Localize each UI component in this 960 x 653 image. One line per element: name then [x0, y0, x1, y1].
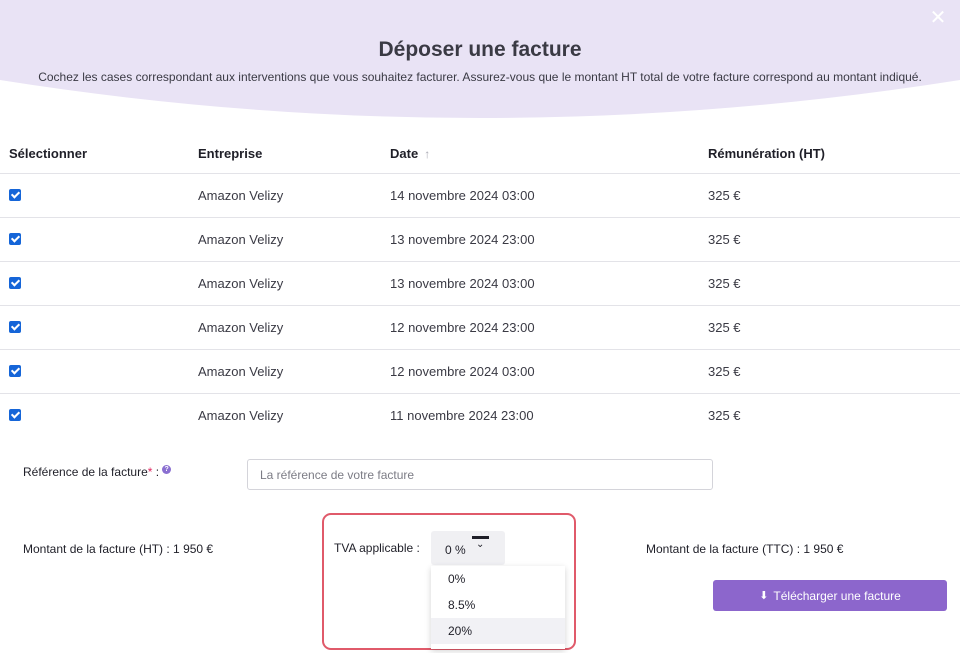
table-row: Amazon Velizy 12 novembre 2024 03:00 325 € [0, 350, 960, 394]
amount-cell: 325 € [708, 188, 741, 203]
company-cell: Amazon Velizy [198, 364, 284, 379]
row-checkbox[interactable] [9, 277, 21, 289]
company-cell: Amazon Velizy [198, 320, 284, 335]
amount-cell: 325 € [708, 276, 741, 291]
header-date[interactable]: Date ↑ [390, 146, 430, 161]
amount-ttc: Montant de la facture (TTC) : 1 950 € [646, 542, 844, 556]
table-row: Amazon Velizy 13 novembre 2024 23:00 325 € [0, 218, 960, 262]
tva-select[interactable]: 0 % ⌄ [431, 531, 505, 565]
close-icon[interactable]: ✕ [928, 8, 948, 28]
reference-label-text: Référence de la facture [23, 465, 148, 479]
table-header: Sélectionner Entreprise Date ↑ Rémunérati… [0, 133, 960, 174]
chevron-down-icon: ⌄ [476, 539, 485, 550]
amount-cell: 325 € [708, 408, 741, 423]
tva-option[interactable]: 8.5% [431, 592, 565, 618]
help-icon[interactable]: ? [162, 465, 172, 474]
header-company: Entreprise [198, 146, 263, 161]
amount-cell: 325 € [708, 320, 741, 335]
tva-label: TVA applicable : [334, 541, 420, 555]
date-cell: 13 novembre 2024 23:00 [390, 232, 535, 247]
row-checkbox[interactable] [9, 189, 21, 201]
arrow-up-icon[interactable]: ↑ [424, 147, 430, 161]
amount-ht: Montant de la facture (HT) : 1 950 € [23, 542, 214, 556]
tva-option[interactable]: 20% [431, 618, 565, 644]
header-date-label: Date [390, 146, 419, 161]
header-select: Sélectionner [9, 146, 88, 161]
header-remuneration: Rémunération (HT) [708, 146, 825, 161]
table-body: Amazon Velizy 14 novembre 2024 03:00 325 €… [0, 174, 960, 437]
table-row: Amazon Velizy 11 novembre 2024 23:00 325 € [0, 394, 960, 437]
date-cell: 13 novembre 2024 03:00 [390, 276, 535, 291]
modal-subtitle: Cochez les cases correspondant aux inter… [38, 70, 922, 84]
tva-option[interactable]: 0% [431, 566, 565, 592]
amount-cell: 325 € [708, 364, 741, 379]
amount-cell: 325 € [708, 232, 741, 247]
table-row: Amazon Velizy 13 novembre 2024 03:00 325 € [0, 262, 960, 306]
company-cell: Amazon Velizy [198, 408, 284, 423]
company-cell: Amazon Velizy [198, 188, 284, 203]
reference-input[interactable] [247, 459, 713, 490]
modal-header-background [0, 0, 960, 118]
download-icon: ⬇ [759, 590, 769, 602]
date-cell: 14 novembre 2024 03:00 [390, 188, 535, 203]
modal-title: Déposer une facture [378, 38, 582, 61]
upload-invoice-button[interactable]: ⬇ Télécharger une facture [713, 580, 947, 611]
row-checkbox[interactable] [9, 409, 21, 421]
table-row: Amazon Velizy 12 novembre 2024 23:00 325 € [0, 306, 960, 350]
reference-label-suffix: : [152, 465, 160, 479]
date-cell: 12 novembre 2024 23:00 [390, 320, 535, 335]
reference-label: Référence de la facture* :? [23, 465, 172, 479]
row-checkbox[interactable] [9, 365, 21, 377]
tva-dropdown-menu: 0% 8.5% 20% [431, 566, 565, 649]
company-cell: Amazon Velizy [198, 276, 284, 291]
table-row: Amazon Velizy 14 novembre 2024 03:00 325 € [0, 174, 960, 218]
interventions-table: Sélectionner Entreprise Date ↑ Rémunérati… [0, 133, 960, 437]
row-checkbox[interactable] [9, 321, 21, 333]
tva-selected-value: 0 % [445, 543, 466, 557]
upload-button-label: Télécharger une facture [773, 588, 901, 603]
company-cell: Amazon Velizy [198, 232, 284, 247]
date-cell: 11 novembre 2024 23:00 [390, 408, 534, 423]
row-checkbox[interactable] [9, 233, 21, 245]
date-cell: 12 novembre 2024 03:00 [390, 364, 535, 379]
